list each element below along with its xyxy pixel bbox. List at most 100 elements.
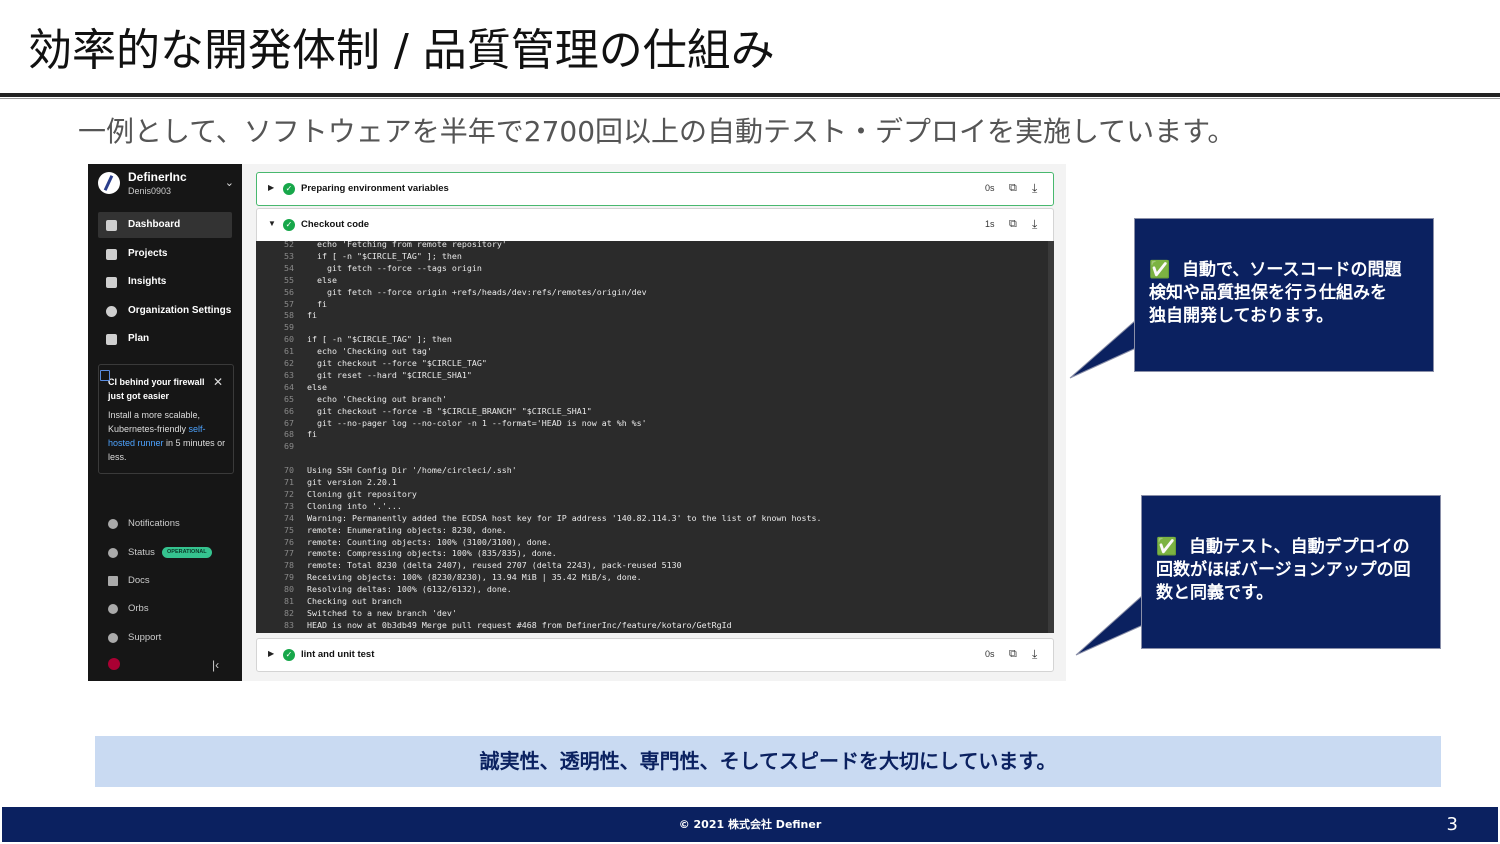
line-number: 59 <box>284 322 294 333</box>
open-external-icon[interactable]: ⧉ <box>1009 648 1017 661</box>
sidebar-item-projects[interactable]: Projects <box>98 241 232 267</box>
sidebar-item-status[interactable]: Status OPERATIONAL <box>98 541 232 565</box>
log-line: 60 if [ -n "$CIRCLE_TAG" ]; then <box>256 333 1054 345</box>
gear-icon <box>106 306 117 317</box>
log-line: 64 else <box>256 381 1054 393</box>
log-line: 55 else <box>256 274 1054 286</box>
sidebar-item-docs[interactable]: Docs <box>98 569 232 593</box>
sidebar-item-support[interactable]: Support <box>98 626 232 650</box>
log-line: 81 Checking out branch <box>256 595 1054 607</box>
line-number: 75 <box>284 524 294 535</box>
collapse-sidebar-icon[interactable]: |‹ <box>212 658 219 672</box>
line-text: Receiving objects: 100% (8230/8230), 13.… <box>307 572 642 583</box>
log-line: 58 fi <box>256 309 1054 321</box>
callout-text: ✅ 自動テスト、自動デプロイの 回数がほぼバージョンアップの回 数と同義です。 <box>1156 536 1426 605</box>
caret-right-icon[interactable]: ▶ <box>268 183 274 192</box>
circleci-screenshot: DefinerInc Denis0903 ⌄ Dashboard Project… <box>88 164 1066 681</box>
log-line: 59 <box>256 321 1054 333</box>
log-line: 79 Receiving objects: 100% (8230/8230), 1… <box>256 571 1054 583</box>
chevron-down-icon[interactable]: ⌄ <box>225 176 234 189</box>
download-icon[interactable]: ⤓ <box>1032 181 1037 196</box>
callout-tail-2 <box>1075 593 1144 656</box>
caret-down-icon[interactable]: ▼ <box>268 219 276 228</box>
callout-body: 自動で、ソースコードの問題 検知や品質担保を行う仕組みを 独自開発しております。 <box>1149 260 1402 326</box>
step-name: lint and unit test <box>301 649 375 660</box>
org-logo-icon <box>98 172 120 194</box>
step-name: Checkout code <box>301 219 370 230</box>
line-text: git fetch --force --tags origin <box>307 262 482 273</box>
sidebar-item-label: Plan <box>128 333 150 344</box>
log-line: 67 git --no-pager log --no-color -n 1 --… <box>256 417 1054 429</box>
open-external-icon[interactable]: ⧉ <box>1009 218 1017 231</box>
line-text: Warning: Permanently added the ECDSA hos… <box>307 512 822 523</box>
step-duration: 1s <box>985 219 995 229</box>
copy-icon[interactable] <box>100 370 110 381</box>
step-lint-and-unit-test[interactable]: ▶ ✓ lint and unit test 0s ⧉ ⤓ <box>256 638 1054 672</box>
sidebar-item-notifications[interactable]: Notifications <box>98 512 232 536</box>
promo-card: CI behind your firewall just got easier … <box>98 364 234 474</box>
line-number: 68 <box>284 429 294 440</box>
title-rule <box>0 93 1500 97</box>
sidebar-item-organization-settings[interactable]: Organization Settings <box>98 298 232 324</box>
status-badge: OPERATIONAL <box>162 547 212 558</box>
org-name: DefinerInc <box>128 170 187 184</box>
org-switcher[interactable]: DefinerInc Denis0903 ⌄ <box>98 170 238 200</box>
title-rule-thin <box>0 98 1500 99</box>
log-line: 78 remote: Total 8230 (delta 2407), reuse… <box>256 559 1054 571</box>
line-number: 67 <box>284 417 294 428</box>
line-text: echo 'Checking out tag' <box>307 346 432 357</box>
line-number: 72 <box>284 488 294 499</box>
line-number: 80 <box>284 584 294 595</box>
step-duration: 0s <box>985 649 995 659</box>
line-number: 55 <box>284 274 294 285</box>
line-text: remote: Enumerating objects: 8230, done. <box>307 524 507 535</box>
log-scrollbar[interactable] <box>1048 241 1054 633</box>
open-external-icon[interactable]: ⧉ <box>1009 182 1017 195</box>
line-text: git --no-pager log --no-color -n 1 --for… <box>307 417 647 428</box>
page-number: 3 <box>1446 814 1458 835</box>
line-text: remote: Counting objects: 100% (3100/310… <box>307 536 552 547</box>
user-avatar-icon[interactable] <box>108 658 120 670</box>
step-preparing-environment[interactable]: ▶ ✓ Preparing environment variables 0s ⧉… <box>256 172 1054 206</box>
close-icon[interactable]: ✕ <box>213 375 223 389</box>
step-checkout-code[interactable]: ▼ ✓ Checkout code 1s ⧉ ⤓ <box>256 208 1054 241</box>
sidebar-item-label: Docs <box>128 575 150 586</box>
caret-right-icon[interactable]: ▶ <box>268 649 274 658</box>
log-line: 76 remote: Counting objects: 100% (3100/3… <box>256 536 1054 548</box>
line-number: 65 <box>284 393 294 404</box>
sidebar-item-insights[interactable]: Insights <box>98 269 232 295</box>
line-text: git reset --hard "$CIRCLE_SHA1" <box>307 369 472 380</box>
org-user: Denis0903 <box>128 186 172 196</box>
line-number: 76 <box>284 536 294 547</box>
callout-text: ✅ 自動で、ソースコードの問題 検知や品質担保を行う仕組みを 独自開発しておりま… <box>1149 259 1419 328</box>
step-output-log[interactable]: 52 echo 'Fetching from remote repository… <box>256 241 1054 633</box>
download-icon[interactable]: ⤓ <box>1032 647 1037 662</box>
log-line: 66 git checkout --force -B "$CIRCLE_BRAN… <box>256 405 1054 417</box>
sidebar-item-plan[interactable]: Plan <box>98 326 232 352</box>
log-line: 54 git fetch --force --tags origin <box>256 262 1054 274</box>
log-line: 82 Switched to a new branch 'dev' <box>256 607 1054 619</box>
sidebar-item-label: Notifications <box>128 518 180 529</box>
log-line: 74 Warning: Permanently added the ECDSA h… <box>256 512 1054 524</box>
line-number: 71 <box>284 477 294 487</box>
line-number: 73 <box>284 500 294 511</box>
sidebar-item-dashboard[interactable]: Dashboard <box>98 212 232 238</box>
line-text: Resolving deltas: 100% (6132/6132), done… <box>307 584 512 595</box>
bell-icon <box>108 519 118 529</box>
sidebar-item-label: Orbs <box>128 603 149 614</box>
line-text: else <box>307 274 337 285</box>
line-number: 60 <box>284 334 294 345</box>
line-number: 56 <box>284 286 294 297</box>
docs-icon <box>108 576 118 586</box>
line-text: Switched to a new branch 'dev' <box>307 607 457 618</box>
line-text: if [ -n "$CIRCLE_TAG" ]; then <box>307 334 452 345</box>
line-text: fi <box>307 429 317 440</box>
dollar-icon <box>106 334 117 345</box>
footer: © 2021 株式会社 Definer 3 <box>2 807 1498 842</box>
log-line: 63 git reset --hard "$CIRCLE_SHA1" <box>256 369 1054 381</box>
log-line: 69 <box>256 440 1054 452</box>
sidebar-item-orbs[interactable]: Orbs <box>98 597 232 621</box>
log-line: 68 fi <box>256 428 1054 440</box>
download-icon[interactable]: ⤓ <box>1032 217 1037 232</box>
values-banner-text: 誠実性、透明性、専門性、そしてスピードを大切にしています。 <box>479 749 1057 773</box>
